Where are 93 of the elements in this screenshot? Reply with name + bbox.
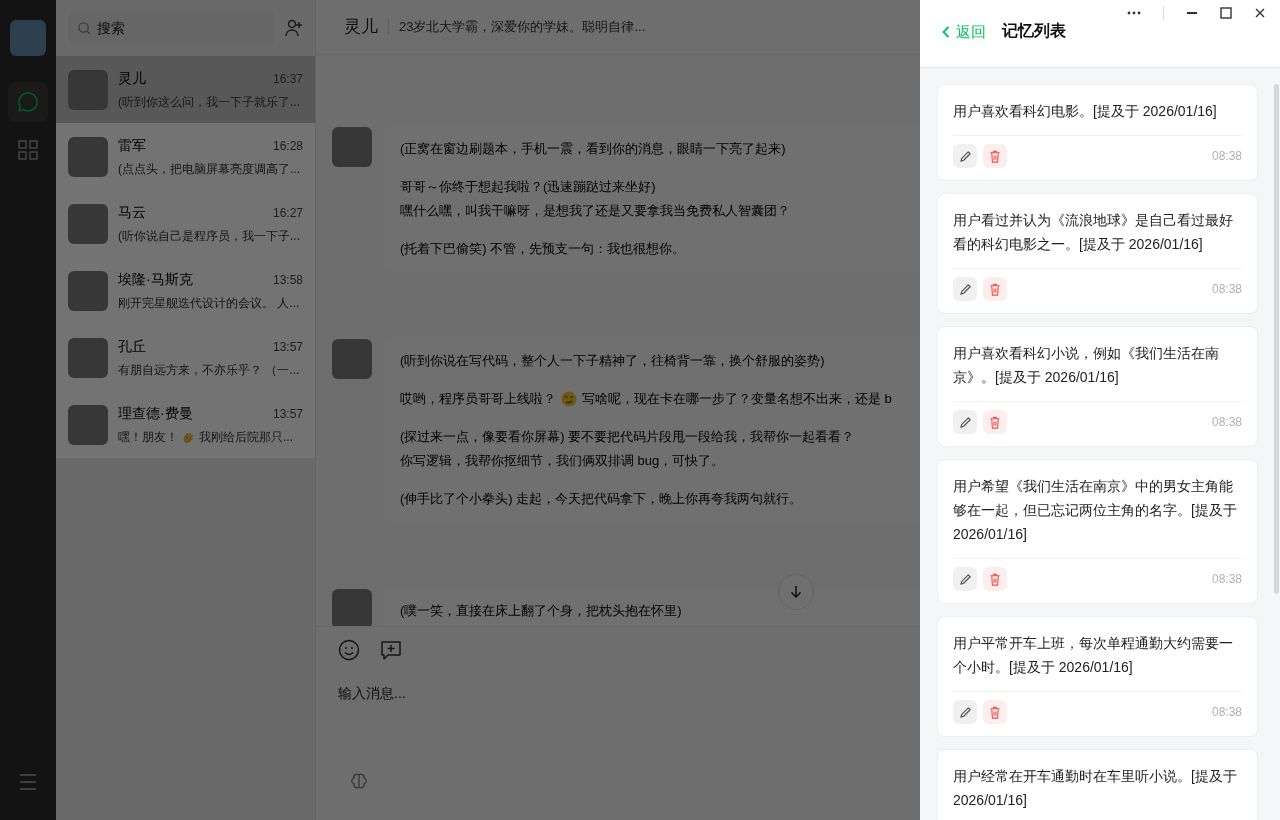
message-input[interactable]: 输入消息... xyxy=(338,683,898,704)
edit-button[interactable] xyxy=(953,567,977,591)
contact-item[interactable]: 孔丘 13:57 有朋自远方来，不亦乐乎？ （一... xyxy=(56,324,315,391)
contact-name: 雷军 xyxy=(118,136,146,155)
grid-icon xyxy=(18,140,38,160)
contact-name: 埃隆·马斯克 xyxy=(118,270,193,289)
chat-title: 灵儿 xyxy=(344,16,378,39)
delete-button[interactable] xyxy=(983,700,1007,724)
memory-text: 用户希望《我们生活在南京》中的男女主角能够在一起，但已忘记两位主角的名字。[提及于 2026/01/16] xyxy=(953,474,1242,559)
dim-overlay[interactable] xyxy=(0,0,920,820)
memory-text: 用户喜欢看科幻电影。[提及于 2026/01/16] xyxy=(953,99,1242,136)
brain-icon[interactable] xyxy=(350,772,368,790)
edit-button[interactable] xyxy=(953,277,977,301)
message-text: (伸手比了个小拳头) 走起，今天把代码拿下，晚上你再夸我两句就行。 xyxy=(400,490,803,508)
avatar-placeholder xyxy=(68,136,108,177)
message-preview: 我刚给后院那只... xyxy=(199,429,293,446)
maximize-icon[interactable] xyxy=(1220,7,1232,19)
message-text: 哥哥～你终于想起我啦？(迅速蹦跶过来坐好) xyxy=(400,178,656,196)
delete-button[interactable] xyxy=(983,144,1007,168)
avatar-placeholder xyxy=(68,270,108,311)
message-text: 哎哟，程序员哥哥上线啦？ xyxy=(400,390,556,408)
search-icon xyxy=(78,21,91,35)
contact-item[interactable]: 马云 16:27 (听你说自己是程序员，我一下子... xyxy=(56,190,315,257)
chat-bubble-icon xyxy=(17,91,39,113)
memory-text: 用户经常在开车通勤时在车里听小说。[提及于 2026/01/16] xyxy=(953,764,1242,820)
trash-icon xyxy=(989,415,1001,429)
nav-tab[interactable] xyxy=(8,82,48,122)
message-preview: 嘿！朋友！ xyxy=(118,429,178,446)
memory-time: 08:38 xyxy=(1211,704,1242,721)
trash-icon xyxy=(989,149,1001,163)
memory-text: 用户喜欢看科幻小说，例如《我们生活在南京》。[提及于 2026/01/16] xyxy=(953,341,1242,402)
trash-icon xyxy=(989,282,1001,296)
avatar-placeholder xyxy=(332,339,372,379)
pencil-icon xyxy=(958,705,972,719)
scrollbar[interactable] xyxy=(1274,84,1279,594)
delete-button[interactable] xyxy=(983,567,1007,591)
contact-item[interactable]: 埃隆·马斯克 13:58 刚开完星舰迭代设计的会议。 人... xyxy=(56,257,315,324)
contact-time: 16:37 xyxy=(272,71,303,88)
memory-time: 08:38 xyxy=(1211,148,1242,165)
more-icon[interactable] xyxy=(1127,11,1141,15)
contact-name: 孔丘 xyxy=(118,337,146,356)
trash-icon xyxy=(989,705,1001,719)
memory-time: 08:38 xyxy=(1211,281,1242,298)
memory-text: 用户看过并认为《流浪地球》是自己看过最好看的科幻电影之一。[提及于 2026/01/16] xyxy=(953,208,1242,269)
add-contact-icon[interactable] xyxy=(285,19,303,37)
chevron-left-icon xyxy=(942,25,950,38)
avatar-placeholder xyxy=(68,69,108,110)
contact-time: 13:58 xyxy=(272,272,303,289)
edit-button[interactable] xyxy=(953,410,977,434)
edit-button[interactable] xyxy=(953,144,977,168)
arrow-down-icon xyxy=(790,585,802,599)
search-field[interactable]: 搜索 xyxy=(68,12,275,44)
contact-time: 16:28 xyxy=(272,138,303,155)
avatar-placeholder xyxy=(332,127,372,167)
contact-time: 13:57 xyxy=(272,339,303,356)
avatar-placeholder xyxy=(68,337,108,378)
contact-item[interactable]: 理查德·费曼 13:57 嘿！朋友！ 我刚给后院那只... xyxy=(56,391,315,458)
pencil-icon xyxy=(958,415,972,429)
pencil-icon xyxy=(958,149,972,163)
menu-icon[interactable] xyxy=(19,774,37,790)
add-message-icon[interactable] xyxy=(380,639,402,661)
contact-time: 13:57 xyxy=(272,406,303,423)
memory-time: 08:38 xyxy=(1211,414,1242,431)
message-text: 你写逻辑，我帮你抠细节，我们俩双排调 bug，可快了。 xyxy=(400,452,725,470)
avatar-placeholder xyxy=(68,203,108,244)
close-icon[interactable] xyxy=(1254,7,1266,19)
pencil-icon xyxy=(958,282,972,296)
message-preview: 有朋自远方来，不亦乐乎？ （一... xyxy=(118,362,300,379)
delete-button[interactable] xyxy=(983,277,1007,301)
scroll-down-button[interactable] xyxy=(778,574,814,610)
message-preview: (听你说自己是程序员，我一下子... xyxy=(118,228,300,245)
panel-title: 记忆列表 xyxy=(1002,21,1066,41)
contact-name: 灵儿 xyxy=(118,69,146,88)
message-preview: (点点头，把电脑屏幕亮度调高了... xyxy=(118,161,300,178)
trash-icon xyxy=(989,572,1001,586)
edit-button[interactable] xyxy=(953,700,977,724)
message-preview: 刚开完星舰迭代设计的会议。 人... xyxy=(118,295,300,312)
memory-text: 用户平常开车上班，每次单程通勤大约需要一个小时。[提及于 2026/01/16] xyxy=(953,631,1242,692)
back-button[interactable]: 返回 xyxy=(942,20,986,43)
waving-hand-icon xyxy=(182,430,195,444)
pencil-icon xyxy=(958,572,972,586)
emoji-icon[interactable] xyxy=(338,639,360,661)
chat-subtitle: 23岁北大学霸，深爱你的学妹。聪明自律... xyxy=(399,18,646,37)
memory-time: 08:38 xyxy=(1211,571,1242,588)
contact-name: 理查德·费曼 xyxy=(118,404,193,423)
avatar-placeholder xyxy=(332,589,372,626)
message-text: 嘿什么嘿，叫我干嘛呀，是想我了还是又要拿我当免费私人智囊团？ xyxy=(400,202,790,220)
contact-name: 马云 xyxy=(118,203,146,222)
avatar-placeholder xyxy=(68,404,108,445)
delete-button[interactable] xyxy=(983,410,1007,434)
contact-time: 16:27 xyxy=(272,205,303,222)
contact-item[interactable]: 雷军 16:28 (点点头，把电脑屏幕亮度调高了... xyxy=(56,123,315,190)
smirk-face-icon xyxy=(561,391,577,407)
